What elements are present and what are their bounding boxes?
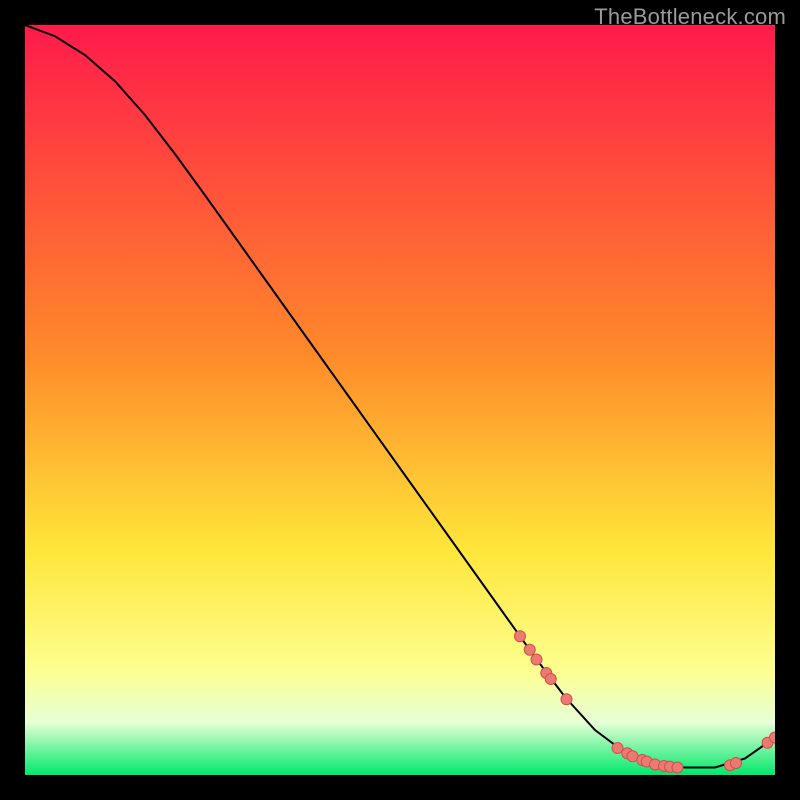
data-marker xyxy=(561,694,572,705)
chart-stage: TheBottleneck.com xyxy=(0,0,800,800)
chart-svg xyxy=(25,25,775,775)
data-marker xyxy=(672,762,683,773)
watermark-text: TheBottleneck.com xyxy=(594,4,786,30)
data-marker xyxy=(731,758,742,769)
data-marker xyxy=(531,654,542,665)
data-marker xyxy=(545,674,556,685)
plot-area xyxy=(25,25,775,775)
data-marker xyxy=(524,644,535,655)
gradient-background xyxy=(25,25,775,775)
data-marker xyxy=(515,631,526,642)
data-marker xyxy=(612,743,623,754)
